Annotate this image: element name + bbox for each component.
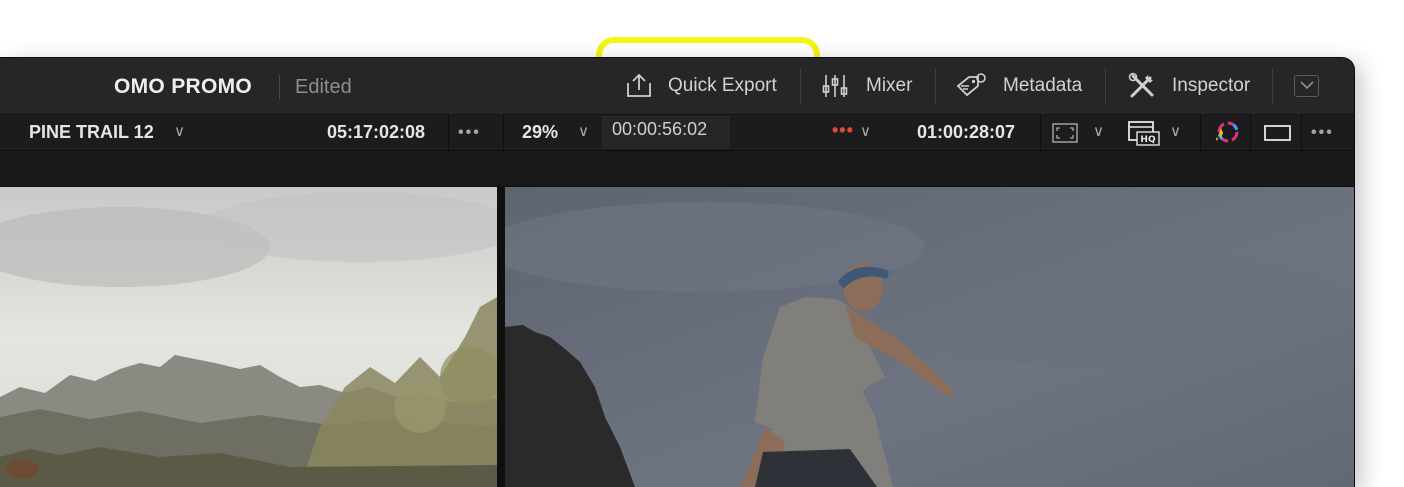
quick-export-label: Quick Export [668, 75, 777, 96]
viewer-bar-separator [1040, 115, 1041, 150]
inspector-label: Inspector [1172, 75, 1251, 96]
metadata-tag-icon [955, 72, 987, 100]
export-icon [624, 73, 654, 99]
fullscreen-dropdown-icon[interactable]: ∨ [1093, 122, 1104, 140]
timeline-viewer[interactable] [505, 187, 1354, 487]
svg-text:HQ: HQ [1140, 135, 1156, 145]
viewer-bar-separator [503, 115, 504, 150]
chevron-down-icon [1299, 77, 1314, 95]
playhead-timecode[interactable]: 00:00:56:02 [612, 119, 707, 140]
viewer-bar-separator [1250, 115, 1251, 150]
viewer-mode-icon[interactable] [1264, 124, 1292, 147]
metadata-label: Metadata [1003, 75, 1083, 96]
toolbar-separator [1272, 68, 1273, 104]
title-separator [279, 75, 280, 99]
viewer-bar-separator [1301, 115, 1302, 150]
mixer-label: Mixer [866, 75, 913, 96]
source-clip-dropdown-icon[interactable]: ∨ [174, 122, 185, 140]
color-wheel-icon[interactable] [1212, 120, 1240, 151]
zoom-level[interactable]: 29% [522, 122, 558, 143]
source-viewer[interactable] [0, 187, 497, 487]
source-clip-name[interactable]: PINE TRAIL 12 [29, 122, 154, 143]
viewer-toolbar: PINE TRAIL 12 ∨ 05:17:02:08 ••• 29% ∨ 00… [0, 115, 1354, 151]
viewer-divider[interactable] [497, 187, 505, 487]
toolbar-separator [935, 68, 936, 104]
playback-quality-dropdown-icon[interactable]: ∨ [1170, 122, 1181, 140]
collapse-toolbar-button[interactable] [1294, 75, 1319, 97]
toolbar-separator [800, 68, 801, 104]
metadata-button[interactable]: Metadata [955, 68, 1082, 104]
timeline-timecode: 01:00:28:07 [917, 122, 1016, 142]
timeline-dropdown-icon[interactable]: ∨ [860, 122, 871, 140]
app-window: OMO PROMO Edited Quick Export Mixer Meta… [0, 58, 1354, 487]
project-status: Edited [295, 76, 352, 98]
viewer-bar-separator [448, 115, 449, 150]
inspector-button[interactable]: Inspector [1128, 68, 1250, 104]
hq-playback-icon[interactable]: HQ [1128, 120, 1160, 151]
source-timecode: 05:17:02:08 [327, 122, 426, 142]
clip-flags-indicator: ••• [832, 120, 854, 140]
inspector-tools-icon [1128, 72, 1156, 100]
toolbar-separator [1105, 68, 1106, 104]
viewer-options-button[interactable]: ••• [1311, 124, 1334, 142]
quick-export-button[interactable]: Quick Export [624, 68, 777, 104]
project-title: OMO PROMO [114, 75, 253, 98]
mixer-button[interactable]: Mixer [822, 68, 912, 104]
viewer-subbar [0, 151, 1354, 187]
mixer-icon [822, 73, 848, 99]
source-options-button[interactable]: ••• [458, 124, 481, 142]
fullscreen-icon[interactable] [1052, 123, 1078, 148]
top-toolbar: OMO PROMO Edited Quick Export Mixer Meta… [0, 58, 1354, 115]
viewer-bar-separator [1200, 115, 1201, 150]
zoom-dropdown-icon[interactable]: ∨ [578, 122, 589, 140]
